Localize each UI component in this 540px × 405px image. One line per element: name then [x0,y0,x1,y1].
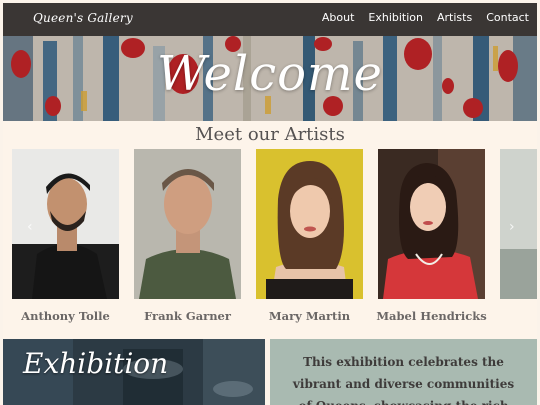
hero-banner: Welcome [3,36,537,121]
exhibition-banner[interactable]: Exhibition [3,339,265,405]
artist-name: Se [480,309,537,323]
artist-card[interactable]: Mary Martin [256,149,363,323]
nav-link-about[interactable]: About [322,11,355,24]
artist-photo[interactable] [500,149,537,299]
carousel-prev-icon[interactable]: ‹ [27,219,33,235]
top-navigation: Queen's Gallery About Exhibition Artists… [3,3,537,36]
page: Queen's Gallery About Exhibition Artists… [3,3,537,405]
artist-card[interactable]: Se [500,149,537,299]
nav-link-artists[interactable]: Artists [437,11,472,24]
nav-link-contact[interactable]: Contact [486,11,529,24]
site-logo[interactable]: Queen's Gallery [33,11,133,25]
hero-title: Welcome [157,46,383,102]
exhibition-description: This exhibition celebrates the vibrant a… [292,355,515,405]
exhibition-title: Exhibition [23,347,169,380]
artist-photo[interactable] [256,149,363,299]
artist-photo[interactable] [378,149,485,299]
nav-link-exhibition[interactable]: Exhibition [368,11,423,24]
nav-menu: About Exhibition Artists Contact [322,11,529,24]
carousel-next-icon[interactable]: › [509,219,515,235]
artist-card[interactable]: Mabel Hendricks [376,149,487,323]
artists-heading: Meet our Artists [195,124,345,145]
artist-photo[interactable] [134,149,241,299]
artists-carousel[interactable]: Anthony Tolle Frank Garner Mary Martin M… [3,149,537,339]
exhibition-description-panel: This exhibition celebrates the vibrant a… [270,339,537,405]
artist-card[interactable]: Frank Garner [134,149,241,323]
